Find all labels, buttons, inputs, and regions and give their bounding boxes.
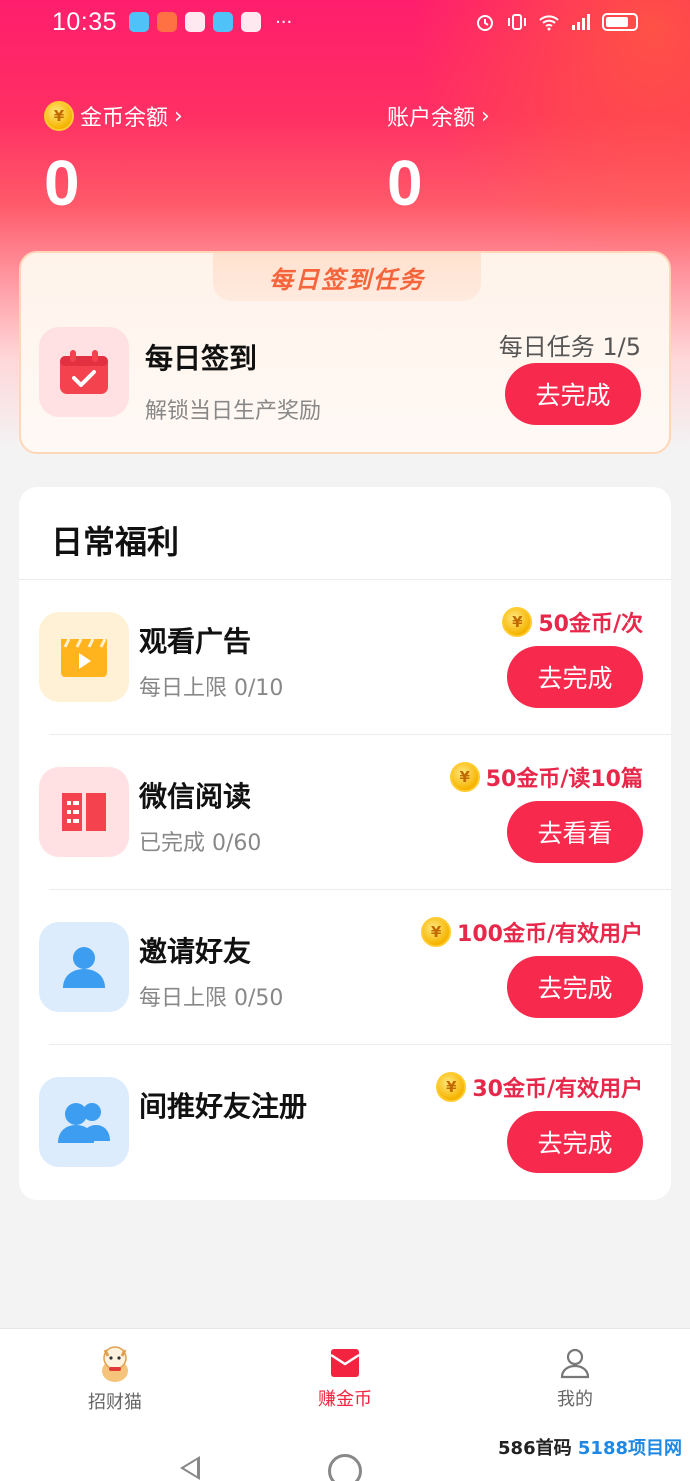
task-subtitle: 每日上限 0/10 [139,676,284,701]
account-balance[interactable]: 账户余额 › 0 [387,100,490,220]
signal-icon [572,14,590,30]
daily-welfare-card: 日常福利 观看广告 每日上限 0/10 ¥ 50金币/次 去完成 微信阅读 已完… [19,487,671,1200]
watermark: 586首码 5188项目网 [498,1434,682,1460]
coin-icon: ¥ [44,101,74,131]
more-notifications-icon: ··· [275,11,293,33]
watermark-text-a: 586首码 [498,1438,572,1459]
calendar-icon [39,327,129,417]
status-indicators [474,13,638,31]
lucky-cat-icon [102,1345,128,1382]
envelope-icon [330,1348,360,1377]
reward-label: ¥ 30金币/有效用户 [436,1071,643,1103]
users-icon [39,1077,129,1167]
task-title: 间推好友注册 [139,1090,308,1123]
wechat-read-button[interactable]: 去看看 [507,801,643,863]
indirect-referral-button[interactable]: 去完成 [507,1111,643,1173]
watermark-text-b: 5188项目网 [577,1438,682,1459]
bottom-nav: 招财猫 赚金币 我的 [0,1328,690,1428]
coin-icon: ¥ [502,607,533,637]
reward-label: ¥ 50金币/读10篇 [449,761,643,793]
battery-icon [602,13,638,31]
status-time: 10:35 [52,7,118,36]
task-title: 邀请好友 [139,935,252,968]
nav-item-profile[interactable]: 我的 [460,1329,690,1428]
list-item: 间推好友注册 ¥ 30金币/有效用户 去完成 [19,1045,671,1200]
task-subtitle: 已完成 0/60 [139,831,262,856]
app-notification-icon [157,12,178,32]
daily-signin-card: 每日签到任务 每日签到 解锁当日生产奖励 每日任务 1/5 去完成 [19,251,671,454]
reward-label: ¥ 100金币/有效用户 [421,916,643,948]
list-item: 邀请好友 每日上限 0/50 ¥ 100金币/有效用户 去完成 [19,890,671,1045]
app-notification-icon [129,12,150,32]
task-subtitle: 每日上限 0/50 [139,986,284,1011]
profile-icon [560,1348,590,1378]
chevron-right-icon: › [481,103,490,129]
notification-icons: ··· [129,12,292,33]
nav-label: 我的 [557,1388,593,1410]
app-notification-icon [213,12,234,32]
list-item: 观看广告 每日上限 0/10 ¥ 50金币/次 去完成 [19,580,671,735]
coin-balance-label: 金币余额 [80,106,169,131]
welfare-title: 日常福利 [51,523,180,561]
nav-label: 招财猫 [88,1391,142,1413]
reward-text: 100金币/有效用户 [457,922,643,947]
video-icon [39,612,129,702]
reward-text: 50金币/读10篇 [485,767,643,792]
nav-label: 赚金币 [318,1388,372,1410]
account-balance-label: 账户余额 [387,106,476,131]
task-title: 微信阅读 [139,780,252,813]
nav-item-lucky-cat[interactable]: 招财猫 [0,1329,230,1428]
signin-task-subtitle: 解锁当日生产奖励 [145,399,322,424]
reward-text: 50金币/次 [538,612,643,637]
coin-icon: ¥ [436,1072,467,1102]
nav-item-earn-coins[interactable]: 赚金币 [230,1329,460,1428]
coin-icon: ¥ [421,917,452,947]
system-nav-bar: 586首码 5188项目网 [0,1428,690,1481]
signin-task-title: 每日签到 [145,342,258,375]
wifi-icon [539,15,559,31]
book-icon [39,767,129,857]
watch-ad-button[interactable]: 去完成 [507,646,643,708]
alarm-icon [477,15,493,31]
chevron-right-icon: › [174,103,183,129]
signin-complete-button[interactable]: 去完成 [505,363,641,425]
browser-notification-icon [241,12,262,32]
home-icon[interactable] [328,1454,362,1481]
coin-balance[interactable]: ¥ 金币余额 › 0 [44,100,183,220]
coin-balance-value: 0 [44,147,80,219]
coin-icon: ¥ [449,762,480,792]
daily-task-progress: 每日任务 1/5 [498,333,641,361]
list-item: 微信阅读 已完成 0/60 ¥ 50金币/读10篇 去看看 [19,735,671,890]
signin-card-title: 每日签到任务 [213,253,481,301]
invite-friend-button[interactable]: 去完成 [507,956,643,1018]
reward-text: 30金币/有效用户 [472,1077,643,1102]
task-title: 观看广告 [139,625,252,658]
status-bar: 10:35 ··· [0,0,690,44]
qq-notification-icon [185,12,206,32]
user-icon [39,922,129,1012]
back-icon[interactable] [180,1456,200,1480]
account-balance-value: 0 [387,147,423,219]
reward-label: ¥ 50金币/次 [502,606,643,638]
vibrate-icon [508,14,526,30]
